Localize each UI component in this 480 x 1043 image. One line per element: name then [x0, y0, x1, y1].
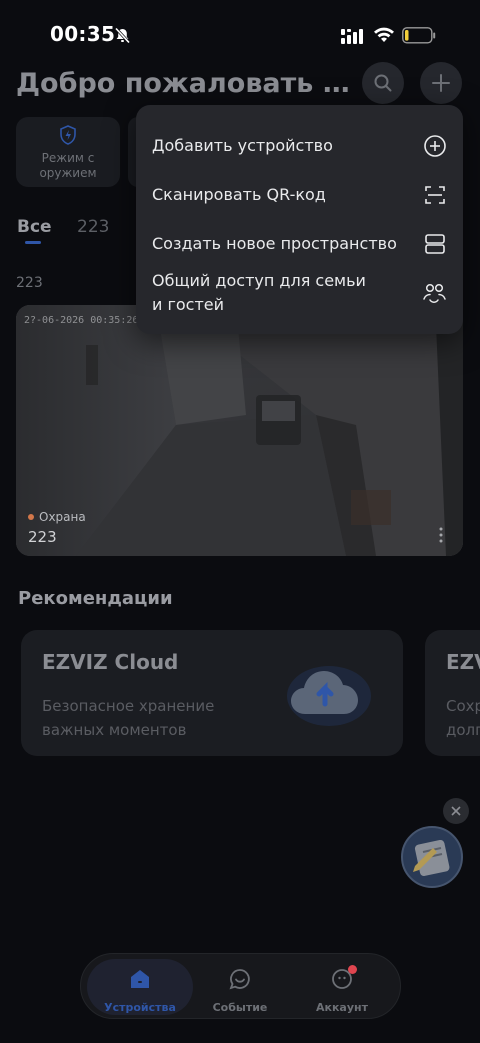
- tab-223[interactable]: 223: [77, 217, 109, 237]
- armed-mode-card[interactable]: Режим с оружием: [16, 117, 120, 187]
- rec-card-partial[interactable]: EZV Сохр долг: [425, 630, 480, 756]
- menu-item-share-line2[interactable]: и гостей: [152, 293, 366, 317]
- add-button[interactable]: [420, 62, 462, 104]
- add-menu-popup: Добавить устройство Сканировать QR-код С…: [136, 105, 463, 334]
- cloud-upload-icon: [287, 666, 371, 726]
- camera-status-label: Охрана: [39, 510, 86, 524]
- rec-card2-title: EZV: [446, 650, 480, 674]
- menu-item-scan-qr[interactable]: Сканировать QR-код: [152, 183, 326, 207]
- close-icon: [451, 806, 461, 816]
- wifi-icon: [374, 27, 394, 42]
- share-people-icon[interactable]: [421, 281, 447, 305]
- nav-item-events[interactable]: Событие: [187, 959, 293, 1015]
- camera-timestamp: 2?-06-2026 00:35:26: [24, 315, 139, 326]
- close-floating-button[interactable]: [443, 798, 469, 824]
- rec-card2-desc-2: долг: [446, 721, 480, 739]
- rec-card-desc-1: Безопасное хранение: [42, 697, 215, 715]
- nav-item-devices[interactable]: Устройства: [87, 959, 193, 1015]
- menu-item-create-space[interactable]: Создать новое пространство: [152, 232, 397, 256]
- ezviz-cloud-card[interactable]: EZVIZ Cloud Безопасное хранение важных м…: [21, 630, 403, 756]
- bottom-nav: Устройства Событие Аккаунт: [80, 953, 401, 1019]
- menu-item-share-line1[interactable]: Общий доступ для семьи: [152, 269, 366, 293]
- tab-indicator: [25, 241, 41, 244]
- battery-low-icon: [402, 27, 436, 44]
- page-title: Добро пожаловать дом...: [16, 68, 361, 99]
- status-dot: [28, 514, 34, 520]
- cellular-signal-icon: [341, 29, 363, 44]
- camera-name: 223: [28, 528, 57, 546]
- shield-icon: [60, 125, 76, 145]
- space-icon[interactable]: [423, 232, 447, 256]
- search-icon: [374, 74, 392, 92]
- nav-label-events: Событие: [212, 1001, 268, 1014]
- tab-all[interactable]: Все: [17, 217, 52, 237]
- plus-circle-icon[interactable]: [423, 134, 447, 158]
- notification-badge: [348, 965, 357, 974]
- camera-preview-card[interactable]: 2?-06-2026 00:35:26 Охрана 223: [16, 305, 463, 556]
- camera-status: Охрана: [28, 510, 86, 524]
- rec-card-title: EZVIZ Cloud: [42, 650, 179, 674]
- mode-label-line2: оружием: [39, 166, 97, 180]
- nav-label-devices: Устройства: [104, 1001, 176, 1014]
- notes-widget-icon[interactable]: [401, 826, 463, 888]
- mode-label-line1: Режим с: [41, 151, 95, 165]
- nav-label-account: Аккаунт: [315, 1001, 368, 1014]
- status-time: 00:35: [50, 22, 116, 46]
- bell-muted-icon: [114, 27, 131, 44]
- home-icon: [131, 970, 149, 988]
- nav-item-account[interactable]: Аккаунт: [289, 959, 395, 1015]
- chat-bubble-icon: [229, 969, 250, 990]
- rec-card-desc-2: важных моментов: [42, 721, 187, 739]
- search-button[interactable]: [362, 62, 404, 104]
- recommendations-title: Рекомендации: [18, 588, 173, 609]
- plus-icon: [432, 74, 450, 92]
- more-icon[interactable]: [438, 527, 444, 543]
- rec-card2-desc-1: Сохр: [446, 697, 480, 715]
- menu-item-add-device[interactable]: Добавить устройство: [152, 134, 333, 158]
- space-label: 223: [16, 275, 43, 291]
- scan-icon[interactable]: [423, 183, 447, 207]
